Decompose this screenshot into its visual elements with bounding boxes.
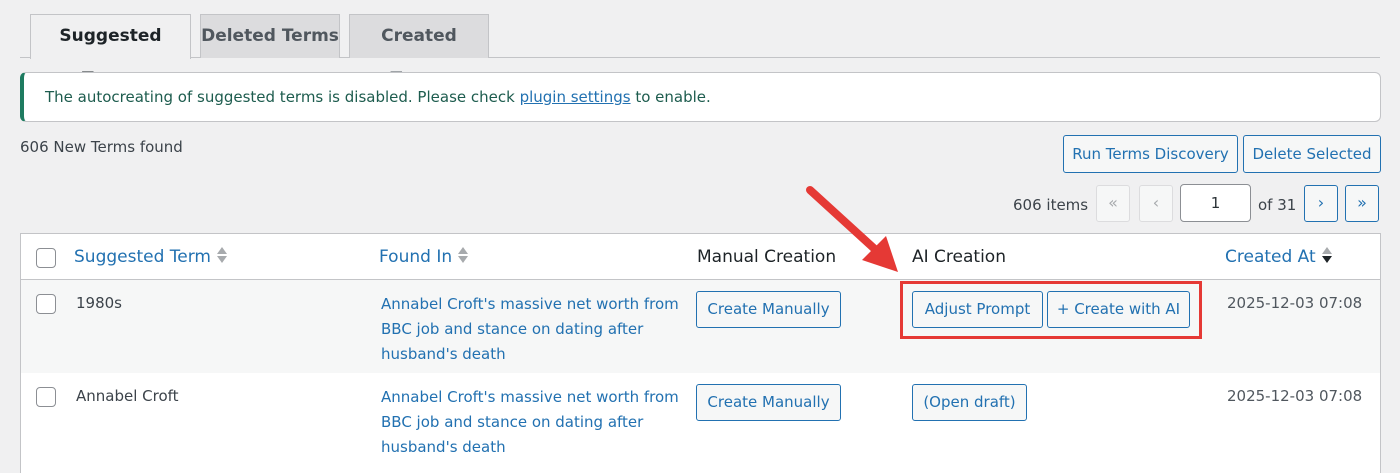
notice-text-after: to enable.	[630, 88, 711, 106]
select-all-checkbox[interactable]	[36, 248, 56, 268]
column-created-at[interactable]: Created At	[1225, 234, 1332, 280]
found-in-line: BBC job and stance on dating after	[381, 320, 644, 338]
suggested-terms-table: Suggested Term Found In Manual Creation …	[20, 233, 1381, 473]
column-created-at-label: Created At	[1225, 247, 1316, 267]
column-manual-creation: Manual Creation	[697, 247, 837, 267]
created-at-value: 2025-12-03 07:08	[1227, 387, 1363, 405]
create-manually-button[interactable]: Create Manually	[696, 291, 841, 328]
adjust-prompt-button[interactable]: Adjust Prompt	[912, 291, 1043, 328]
tab-created-terms[interactable]: Created Terms	[349, 14, 489, 89]
open-draft-button[interactable]: (Open draft)	[912, 384, 1027, 421]
items-count: 606 items	[1013, 196, 1089, 214]
tab-bar: Suggested Terms Deleted Terms Created Te…	[20, 14, 1380, 89]
row-checkbox[interactable]	[36, 387, 56, 407]
term-name: 1980s	[76, 294, 122, 312]
notice-text-before: The autocreating of suggested terms is d…	[45, 88, 520, 106]
delete-selected-button[interactable]: Delete Selected	[1243, 135, 1381, 173]
table-row: Annabel Croft Annabel Croft's massive ne…	[21, 373, 1380, 473]
found-in-line: Annabel Croft's massive net worth from	[381, 295, 679, 313]
prev-page-button[interactable]: ‹	[1139, 185, 1173, 222]
run-terms-discovery-button[interactable]: Run Terms Discovery	[1063, 135, 1238, 173]
column-suggested-term[interactable]: Suggested Term	[74, 234, 227, 280]
tab-deleted-terms[interactable]: Deleted Terms	[200, 14, 340, 58]
current-page-input[interactable]	[1180, 184, 1251, 222]
first-page-button[interactable]: «	[1096, 185, 1130, 222]
row-checkbox[interactable]	[36, 294, 56, 314]
create-with-ai-button[interactable]: + Create with AI	[1047, 291, 1190, 328]
create-manually-button[interactable]: Create Manually	[696, 384, 841, 421]
sort-arrows-icon	[217, 246, 227, 264]
terms-found-count: 606 New Terms found	[20, 138, 183, 156]
found-in-link[interactable]: Annabel Croft's massive net worth from B…	[381, 292, 681, 367]
found-in-line: BBC job and stance on dating after	[381, 413, 644, 431]
created-at-value: 2025-12-03 07:08	[1227, 294, 1363, 312]
last-page-button[interactable]: »	[1345, 185, 1379, 222]
sort-arrows-icon	[458, 246, 469, 264]
found-in-line: husband's death	[381, 438, 506, 456]
column-suggested-term-label: Suggested Term	[74, 247, 211, 267]
autocreate-disabled-notice: The autocreating of suggested terms is d…	[20, 72, 1381, 122]
found-in-line: husband's death	[381, 345, 506, 363]
column-ai-creation: AI Creation	[912, 247, 1006, 267]
table-row: 1980s Annabel Croft's massive net worth …	[21, 280, 1380, 373]
tab-suggested-terms[interactable]: Suggested Terms	[30, 14, 191, 89]
column-found-in-label: Found In	[379, 247, 453, 267]
next-page-button[interactable]: ›	[1304, 185, 1338, 222]
total-pages-label: of 31	[1258, 196, 1297, 214]
found-in-line: Annabel Croft's massive net worth from	[381, 388, 679, 406]
plugin-settings-link[interactable]: plugin settings	[520, 88, 631, 106]
term-name: Annabel Croft	[76, 387, 179, 405]
sort-desc-icon	[1321, 246, 1332, 264]
table-header: Suggested Term Found In Manual Creation …	[21, 234, 1380, 280]
found-in-link[interactable]: Annabel Croft's massive net worth from B…	[381, 385, 681, 460]
column-found-in[interactable]: Found In	[379, 234, 469, 280]
